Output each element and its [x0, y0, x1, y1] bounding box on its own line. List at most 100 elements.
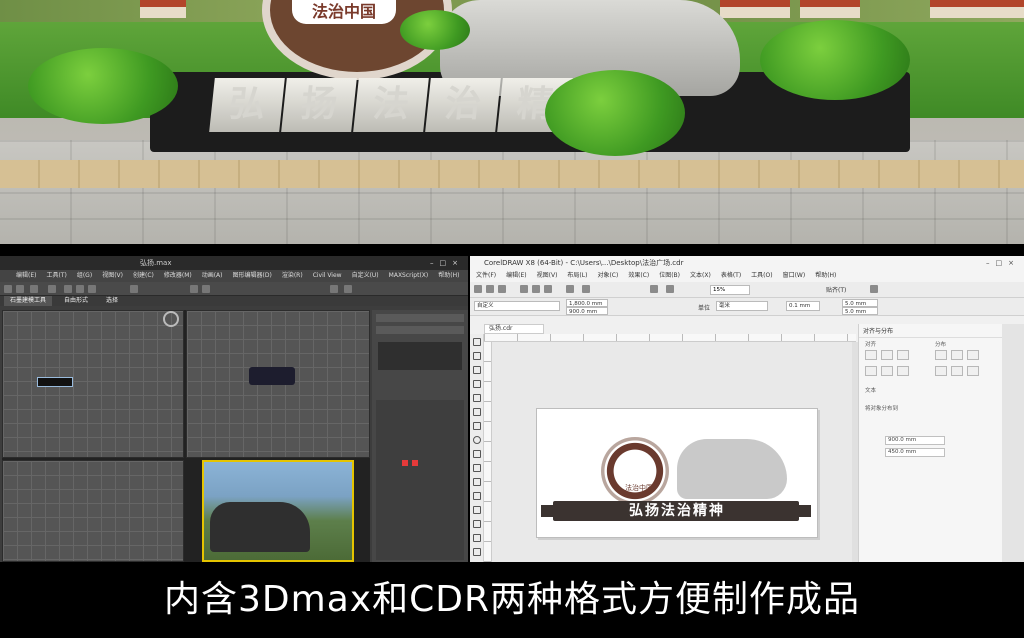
undo-icon[interactable] — [566, 285, 574, 293]
docker-x-field[interactable]: 900.0 mm — [885, 436, 945, 445]
logo-emblem[interactable] — [601, 437, 669, 505]
new-file-icon[interactable] — [474, 285, 482, 293]
open-icon[interactable] — [486, 285, 494, 293]
distribute-right-icon[interactable] — [967, 350, 979, 360]
menu-item[interactable]: 动画(A) — [202, 270, 223, 282]
logo-dragon[interactable] — [677, 439, 787, 499]
align-bottom-icon[interactable] — [897, 366, 909, 376]
menu-item[interactable]: 位图(B) — [659, 270, 680, 282]
pick-tool-icon[interactable] — [473, 338, 481, 346]
align-top-icon[interactable] — [865, 366, 877, 376]
viewport-front[interactable] — [163, 310, 370, 458]
menu-item[interactable]: 图形编辑器(D) — [233, 270, 272, 282]
menu-item[interactable]: 工具(O) — [751, 270, 772, 282]
document-tab[interactable]: 弘扬.cdr — [484, 324, 544, 334]
menu-item[interactable]: 对象(C) — [597, 270, 618, 282]
distribute-left-icon[interactable] — [935, 350, 947, 360]
docker-tabs[interactable] — [1002, 324, 1024, 562]
snap-icon[interactable] — [130, 285, 138, 293]
page[interactable]: 法治中国 弘扬法治精神 — [536, 408, 818, 538]
distribute-bottom-icon[interactable] — [967, 366, 979, 376]
transparency-icon[interactable] — [473, 520, 481, 528]
page-height-field[interactable]: 900.0 mm — [566, 307, 608, 315]
distribute-center-icon[interactable] — [951, 350, 963, 360]
distribute-top-icon[interactable] — [935, 366, 947, 376]
modifier-list[interactable] — [378, 342, 462, 370]
ellipse-tool-icon[interactable] — [473, 436, 481, 444]
shape-tool-icon[interactable] — [473, 352, 481, 360]
tab-selection[interactable]: 选择 — [100, 296, 124, 306]
material-editor-icon[interactable] — [330, 285, 338, 293]
menu-item[interactable]: 视图(V) — [537, 270, 558, 282]
menu-item[interactable]: 渲染(R) — [282, 270, 303, 282]
window-controls[interactable]: –□× — [986, 256, 1020, 270]
save-icon[interactable] — [498, 285, 506, 293]
menu-item[interactable]: 效果(C) — [628, 270, 649, 282]
align-middle-icon[interactable] — [881, 366, 893, 376]
menu-item[interactable]: 组(G) — [77, 270, 92, 282]
options-icon[interactable] — [870, 285, 878, 293]
zoom-tool-icon[interactable] — [473, 380, 481, 388]
window-controls[interactable]: –□× — [430, 256, 464, 270]
eyedropper-icon[interactable] — [473, 534, 481, 542]
select-icon[interactable] — [48, 285, 56, 293]
drawing-canvas[interactable]: 法治中国 弘扬法治精神 — [492, 342, 856, 562]
menu-item[interactable]: 窗口(W) — [783, 270, 806, 282]
menu-item[interactable]: 工具(T) — [46, 270, 66, 282]
align-right-icon[interactable] — [897, 350, 909, 360]
render-icon[interactable] — [344, 285, 352, 293]
export-icon[interactable] — [666, 285, 674, 293]
tab-graphite-modeling[interactable]: 石墨建模工具 — [4, 296, 53, 306]
menu-item[interactable]: 编辑(E) — [506, 270, 526, 282]
scale-icon[interactable] — [88, 285, 96, 293]
menu-item[interactable]: 自定义(U) — [352, 270, 379, 282]
cut-icon[interactable] — [520, 285, 528, 293]
units-select[interactable]: 毫米 — [716, 301, 768, 311]
vertical-ruler[interactable] — [484, 342, 492, 562]
tab-freeform[interactable]: 自由形式 — [58, 296, 94, 306]
paste-icon[interactable] — [544, 285, 552, 293]
snap-to-label[interactable]: 贴齐(T) — [826, 285, 846, 294]
viewport-top[interactable] — [2, 310, 184, 458]
fill-icon[interactable] — [473, 548, 481, 556]
view-cube-icon[interactable] — [163, 311, 179, 327]
menu-item[interactable]: Civil View — [313, 270, 342, 282]
zoom-level[interactable]: 15% — [710, 285, 750, 295]
menu-item[interactable]: 表格(T) — [721, 270, 741, 282]
duplicate-distance-x[interactable]: 5.0 mm — [842, 299, 878, 307]
horizontal-ruler[interactable] — [484, 334, 856, 342]
duplicate-distance-y[interactable]: 5.0 mm — [842, 307, 878, 315]
undo-icon[interactable] — [4, 285, 12, 293]
rotate-icon[interactable] — [76, 285, 84, 293]
menu-item[interactable]: 文本(X) — [690, 270, 711, 282]
menu-item[interactable]: 文件(F) — [476, 270, 496, 282]
menu-item[interactable]: 创建(C) — [133, 270, 154, 282]
menu-item[interactable]: 修改器(M) — [164, 270, 192, 282]
menu-item[interactable]: 编辑(E) — [16, 270, 36, 282]
redo-icon[interactable] — [16, 285, 24, 293]
nudge-distance[interactable]: 0.1 mm — [786, 301, 820, 311]
color-swatch[interactable] — [412, 460, 418, 466]
text-tool-icon[interactable] — [473, 464, 481, 472]
move-icon[interactable] — [64, 285, 72, 293]
menu-item[interactable]: 帮助(H) — [438, 270, 459, 282]
polygon-tool-icon[interactable] — [473, 450, 481, 458]
redo-icon[interactable] — [582, 285, 590, 293]
align-center-icon[interactable] — [881, 350, 893, 360]
page-width-field[interactable]: 1,800.0 mm — [566, 299, 608, 307]
menu-item[interactable]: MAXScript(X) — [389, 270, 429, 282]
freehand-tool-icon[interactable] — [473, 394, 481, 402]
import-icon[interactable] — [650, 285, 658, 293]
align-left-icon[interactable] — [865, 350, 877, 360]
align-icon[interactable] — [202, 285, 210, 293]
menu-item[interactable]: 帮助(H) — [815, 270, 836, 282]
link-icon[interactable] — [30, 285, 38, 293]
menu-item[interactable]: 视图(V) — [102, 270, 123, 282]
parallel-dimension-icon[interactable] — [473, 478, 481, 486]
mirror-icon[interactable] — [190, 285, 198, 293]
color-swatch[interactable] — [402, 460, 408, 466]
viewport-perspective[interactable] — [202, 460, 354, 562]
page-preset-select[interactable]: 自定义 — [474, 301, 560, 311]
distribute-middle-icon[interactable] — [951, 366, 963, 376]
copy-icon[interactable] — [532, 285, 540, 293]
